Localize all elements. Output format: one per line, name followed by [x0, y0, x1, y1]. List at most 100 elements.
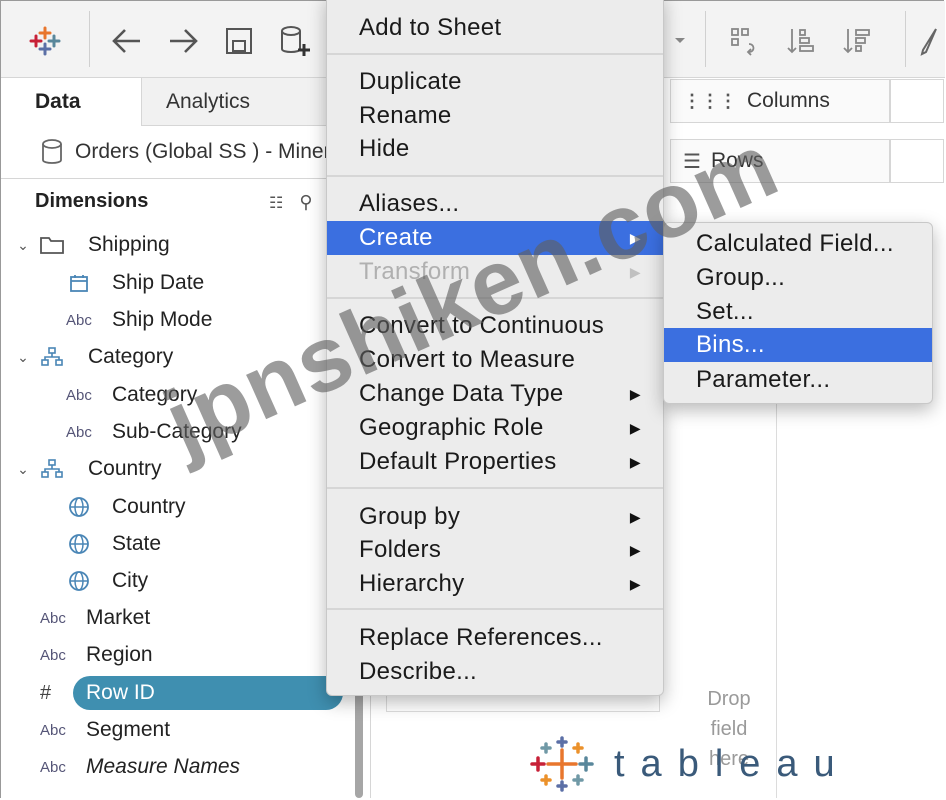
sort-ascending-icon[interactable]	[781, 21, 821, 61]
menu-item-duplicate[interactable]: Duplicate	[327, 65, 663, 99]
menu-item-parameter[interactable]: Parameter...	[664, 363, 932, 397]
field-label: Ship Date	[112, 271, 205, 294]
menu-item-set[interactable]: Set...	[664, 295, 932, 329]
database-icon	[42, 139, 62, 164]
field-measure-names[interactable]: Abc Measure Names	[40, 750, 240, 784]
columns-drop-zone[interactable]	[890, 79, 944, 123]
tableau-wordmark: tableau	[614, 742, 851, 785]
menu-item-replace-references[interactable]: Replace References...	[327, 621, 663, 655]
new-datasource-icon[interactable]	[275, 21, 315, 61]
string-type-icon: Abc	[66, 386, 92, 404]
pen-icon[interactable]	[915, 21, 945, 61]
field-label: Category	[88, 345, 174, 368]
string-type-icon: Abc	[66, 311, 92, 329]
globe-icon	[66, 570, 92, 592]
field-row-id[interactable]: # Row ID	[40, 676, 155, 710]
search-icon[interactable]: ⚲	[299, 192, 312, 213]
field-segment[interactable]: Abc Segment	[40, 713, 170, 747]
menu-separator	[327, 608, 663, 610]
string-type-icon: Abc	[40, 646, 66, 664]
string-type-icon: Abc	[40, 721, 66, 739]
view-list-icon[interactable]: ☷	[269, 193, 283, 213]
tableau-logo: tableau	[530, 736, 851, 792]
datasource-row[interactable]: Orders (Global SS ) - Minervas	[1, 126, 370, 179]
back-arrow-icon[interactable]	[107, 21, 147, 61]
field-label: Ship Mode	[112, 308, 213, 331]
submenu-arrow-icon: ▶	[629, 453, 641, 470]
menu-item-bins[interactable]: Bins...	[664, 328, 932, 362]
field-label: Country	[88, 457, 162, 480]
chevron-down-icon[interactable]: ⌄	[14, 237, 32, 254]
field-label: State	[112, 532, 162, 555]
field-label: Shipping	[88, 233, 170, 256]
folder-shipping[interactable]: ⌄ Shipping	[14, 228, 170, 262]
menu-item-default-properties[interactable]: Default Properties ▶	[327, 445, 663, 479]
field-label: City	[112, 569, 149, 592]
columns-shelf[interactable]: ⋮⋮⋮ Columns	[670, 79, 890, 123]
field-country[interactable]: Country	[66, 490, 186, 524]
create-submenu: Calculated Field... Group... Set... Bins…	[663, 222, 933, 404]
folder-icon	[32, 235, 72, 255]
datasource-name: Orders (Global SS ) - Minervas	[75, 140, 364, 163]
field-label: Region	[86, 643, 153, 666]
field-label: Segment	[86, 718, 171, 741]
field-ship-mode[interactable]: Abc Ship Mode	[66, 303, 212, 337]
field-label: Country	[112, 495, 186, 518]
field-city[interactable]: City	[66, 564, 148, 598]
hierarchy-icon	[32, 347, 72, 367]
tableau-logo-icon[interactable]	[25, 21, 65, 61]
toolbar-divider	[905, 11, 906, 67]
field-label: Row ID	[86, 681, 155, 704]
toolbar-divider	[89, 11, 90, 67]
menu-item-group-by[interactable]: Group by ▶	[327, 500, 663, 534]
string-type-icon: Abc	[40, 609, 66, 627]
calendar-icon	[66, 273, 92, 293]
sort-descending-icon[interactable]	[837, 21, 877, 61]
number-type-icon: #	[40, 681, 52, 704]
string-type-icon: Abc	[40, 758, 66, 776]
menu-separator	[327, 53, 663, 55]
dropdown-arrow-icon[interactable]	[665, 21, 695, 61]
menu-item-group[interactable]: Group...	[664, 261, 932, 295]
field-state[interactable]: State	[66, 527, 161, 561]
menu-item-add-to-sheet[interactable]: Add to Sheet	[327, 11, 663, 45]
hierarchy-category[interactable]: ⌄ Category	[14, 340, 173, 374]
submenu-arrow-icon: ▶	[629, 541, 641, 558]
pane-tabs: Data Analytics	[1, 78, 370, 126]
chevron-down-icon[interactable]: ⌄	[14, 349, 32, 366]
menu-item-hierarchy[interactable]: Hierarchy ▶	[327, 567, 663, 601]
scrollbar[interactable]	[355, 678, 363, 798]
menu-item-folders[interactable]: Folders ▶	[327, 533, 663, 567]
globe-icon	[66, 533, 92, 555]
rows-drop-zone[interactable]	[890, 139, 944, 183]
submenu-arrow-icon: ▶	[629, 419, 641, 436]
string-type-icon: Abc	[66, 423, 92, 441]
menu-separator	[327, 487, 663, 489]
swap-icon[interactable]	[725, 21, 765, 61]
chevron-down-icon[interactable]: ⌄	[14, 461, 32, 478]
field-label: Measure Names	[86, 755, 241, 778]
menu-item-hide[interactable]: Hide	[327, 132, 663, 166]
field-region[interactable]: Abc Region	[40, 638, 153, 672]
menu-item-rename[interactable]: Rename	[327, 99, 663, 133]
dimensions-tools: ☷ ⚲	[269, 192, 313, 213]
dimensions-header: Dimensions	[35, 190, 149, 212]
save-icon[interactable]	[219, 21, 259, 61]
globe-icon	[66, 496, 92, 518]
field-label: Market	[86, 606, 151, 629]
tab-data[interactable]: Data	[1, 78, 141, 126]
menu-item-describe[interactable]: Describe...	[327, 655, 663, 689]
field-ship-date[interactable]: Ship Date	[66, 266, 204, 300]
columns-icon: ⋮⋮⋮	[683, 90, 737, 111]
submenu-arrow-icon: ▶	[629, 575, 641, 592]
forward-arrow-icon[interactable]	[163, 21, 203, 61]
tableau-plus-logo-icon	[530, 736, 594, 792]
hierarchy-icon	[32, 459, 72, 479]
submenu-arrow-icon: ▶	[629, 385, 641, 402]
hierarchy-country[interactable]: ⌄ Country	[14, 452, 162, 486]
field-market[interactable]: Abc Market	[40, 601, 150, 635]
toolbar-divider	[705, 11, 706, 67]
columns-label: Columns	[747, 89, 830, 112]
submenu-arrow-icon: ▶	[629, 508, 641, 525]
menu-item-geographic-role[interactable]: Geographic Role ▶	[327, 411, 663, 445]
